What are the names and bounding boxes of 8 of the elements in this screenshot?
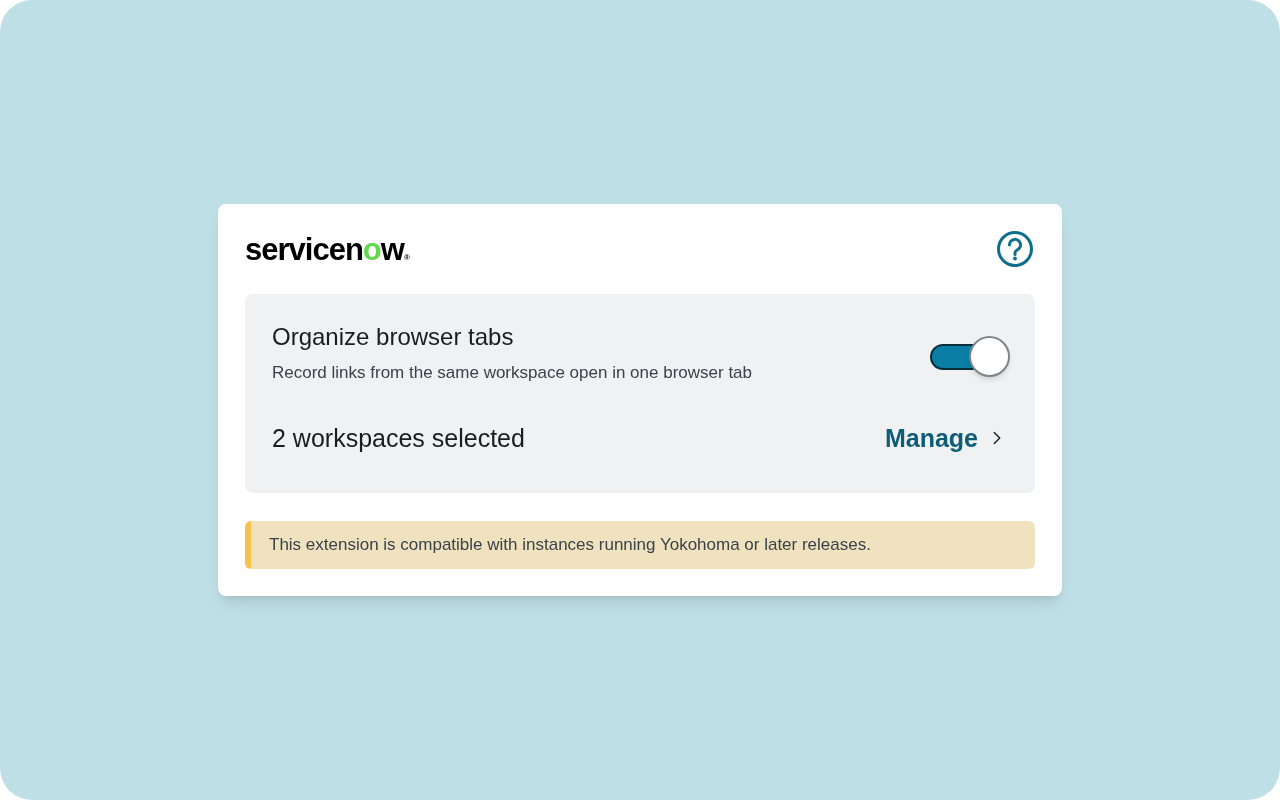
- setting-description: Record links from the same workspace open in one browser tab: [272, 362, 752, 384]
- logo: servicenow®: [245, 233, 409, 265]
- manage-link[interactable]: Manage: [884, 419, 1008, 457]
- setting-title: Organize browser tabs: [272, 322, 515, 352]
- toggle-switch[interactable]: [930, 336, 1010, 376]
- help-icon[interactable]: [996, 230, 1034, 268]
- notice-text: This extension is compatible with instances running Yokohoma or later releases.: [269, 534, 871, 557]
- workspace-count: 2 workspaces selected: [272, 422, 525, 454]
